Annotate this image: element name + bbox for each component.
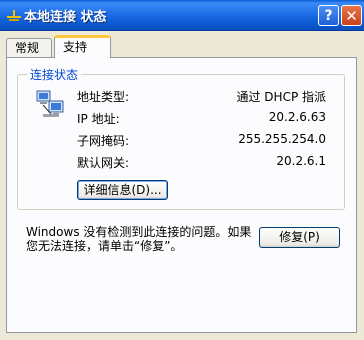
window-title: 本地连接 状态: [24, 10, 107, 25]
address-type-value: 通过 DHCP 指派: [236, 90, 326, 104]
diagnosis-message: Windows 没有检测到此连接的问题。如果 您无法连接，请单击“修复”。: [26, 225, 252, 253]
ip-address-label: IP 地址:: [77, 112, 120, 126]
tab-support[interactable]: 支持: [54, 35, 111, 58]
help-button[interactable]: ?: [318, 5, 339, 26]
subnet-mask-label: 子网掩码:: [77, 134, 130, 148]
address-type-label: 地址类型:: [77, 90, 130, 104]
details-button[interactable]: 详细信息(D)...: [77, 180, 168, 200]
default-gateway-value: 20.2.6.1: [276, 154, 326, 168]
network-computers-icon: [36, 90, 64, 117]
title-bar[interactable]: 本地连接 状态 ? ✕: [0, 0, 364, 31]
network-connection-icon: [7, 10, 21, 21]
status-dialog: 本地连接 状态 ? ✕ 常规 支持 连接状态 地址类型: 通过 DHCP 指派 …: [0, 0, 364, 340]
tab-general[interactable]: 常规: [6, 38, 52, 57]
default-gateway-label: 默认网关:: [77, 156, 130, 170]
repair-button[interactable]: 修复(P): [259, 227, 340, 248]
subnet-mask-value: 255.255.254.0: [238, 132, 326, 146]
close-button[interactable]: ✕: [341, 5, 362, 26]
group-legend: 连接状态: [27, 66, 82, 83]
ip-address-value: 20.2.6.63: [268, 110, 326, 124]
